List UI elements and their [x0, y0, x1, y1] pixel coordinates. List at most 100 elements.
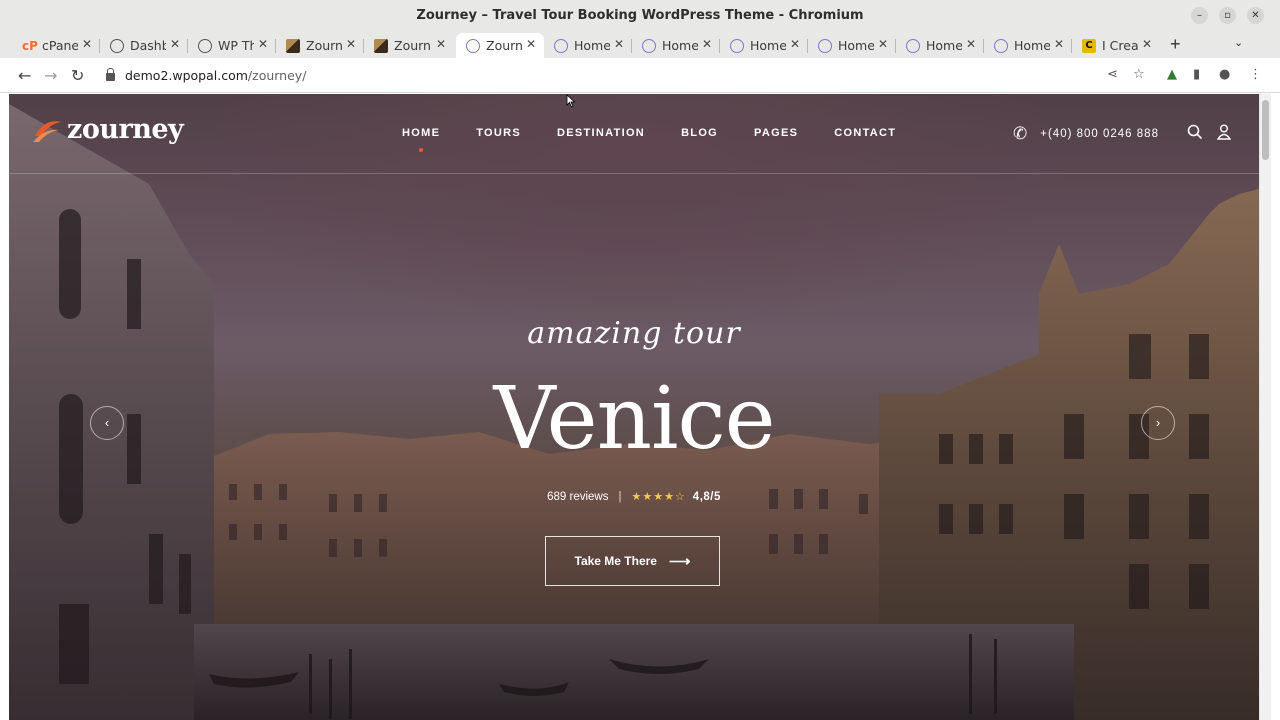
loading-ring-icon [554, 38, 568, 53]
arrow-right-icon: ⟶ [668, 553, 691, 570]
tab-cpanel[interactable]: cP cPanel ✕ [12, 33, 100, 58]
tab-home-5[interactable]: Home ✕ [896, 33, 984, 58]
page-scrollbar[interactable] [1259, 94, 1271, 720]
nav-pages[interactable]: PAGES [754, 127, 798, 139]
tab-home-4[interactable]: Home ✕ [808, 33, 896, 58]
globe-icon [110, 38, 124, 53]
logo-text: zourney [67, 114, 184, 145]
bookmark-star-icon[interactable]: ☆ [1133, 67, 1145, 82]
hero-section: zourney HOME TOURS DESTINATION BLOG PAGE… [9, 94, 1259, 720]
nav-tours[interactable]: TOURS [476, 127, 521, 139]
nav-destination[interactable]: DESTINATION [557, 127, 645, 139]
tab-search-chevron-icon[interactable]: ⌄ [1234, 36, 1243, 49]
tab-label: Home [838, 38, 874, 53]
tab-label: cPanel [42, 38, 78, 53]
loading-ring-icon [818, 38, 832, 53]
reload-icon[interactable]: ↻ [71, 66, 84, 85]
tab-label: Dashboard [130, 38, 166, 53]
tab-label: Zourney [306, 38, 342, 53]
tab-home-1[interactable]: Home ✕ [544, 33, 632, 58]
scrollbar-thumb[interactable] [1262, 100, 1269, 160]
url-domain: demo2.wpopal.com [125, 68, 248, 83]
tab-dashboard[interactable]: Dashboard ✕ [100, 33, 188, 58]
close-tab-icon[interactable]: ✕ [878, 37, 888, 51]
share-icon[interactable]: ⋖ [1107, 67, 1118, 82]
close-tab-icon[interactable]: ✕ [436, 37, 446, 51]
hero-title: Venice [493, 369, 775, 469]
star-rating-icon: ★★★★☆ [631, 491, 686, 503]
tab-home-6[interactable]: Home ✕ [984, 33, 1072, 58]
main-nav: HOME TOURS DESTINATION BLOG PAGES CONTAC… [402, 127, 932, 152]
loading-ring-icon [730, 38, 744, 53]
user-account-icon[interactable] [1217, 124, 1231, 140]
loading-ring-icon [466, 38, 480, 53]
header-divider [9, 173, 1259, 174]
close-tab-icon[interactable]: ✕ [790, 37, 800, 51]
close-tab-icon[interactable]: ✕ [966, 37, 976, 51]
lock-icon[interactable] [106, 68, 115, 81]
close-window-icon[interactable]: ✕ [1247, 7, 1264, 24]
close-tab-icon[interactable]: ✕ [614, 37, 624, 51]
side-panel-icon[interactable]: ▮ [1193, 67, 1200, 82]
tab-label: Home [662, 38, 698, 53]
tab-zourney-2[interactable]: Zourney ✕ [364, 33, 454, 58]
mouse-cursor-icon [566, 94, 576, 108]
close-tab-icon[interactable]: ✕ [1054, 37, 1064, 51]
header-phone[interactable]: ✆ +(40) 800 0246 888 [1013, 124, 1159, 144]
browser-toolbar: ← → ↻ demo2.wpopal.com/zourney/ ⋖ ☆ ▲ ▮ … [0, 58, 1280, 93]
rating-score: 4,8/5 [692, 490, 721, 503]
close-tab-icon[interactable]: ✕ [1142, 37, 1152, 51]
tab-label: I Crea [1102, 38, 1138, 53]
close-tab-icon[interactable]: ✕ [170, 37, 180, 51]
tab-label: Zourney [394, 38, 430, 53]
review-count: 689 reviews [547, 490, 609, 503]
loading-ring-icon [642, 38, 656, 53]
maximize-icon[interactable]: ▫ [1219, 7, 1236, 24]
extension-icon[interactable]: ▲ [1167, 67, 1177, 82]
close-tab-icon[interactable]: ✕ [526, 37, 536, 51]
close-tab-icon[interactable]: ✕ [702, 37, 712, 51]
zourney-favicon [286, 38, 300, 53]
tab-i-create[interactable]: C I Crea ✕ [1072, 33, 1160, 58]
tab-label: Zourney [486, 38, 522, 53]
new-tab-icon[interactable]: + [1170, 34, 1181, 55]
globe-icon [198, 38, 212, 53]
cpanel-icon: cP [22, 38, 38, 53]
c-favicon: C [1082, 38, 1096, 53]
take-me-there-button[interactable]: Take Me There ⟶ [545, 536, 720, 586]
profile-icon[interactable]: ● [1219, 67, 1230, 82]
tab-home-3[interactable]: Home ✕ [720, 33, 808, 58]
back-icon[interactable]: ← [18, 66, 31, 85]
close-tab-icon[interactable]: ✕ [346, 37, 356, 51]
tab-strip: cP cPanel ✕ Dashboard ✕ WP Th ✕ Zourney … [0, 31, 1280, 58]
rating-divider: | [618, 490, 622, 503]
tab-label: Home [750, 38, 786, 53]
minimize-icon[interactable]: – [1191, 7, 1208, 24]
tab-zourney-active[interactable]: Zourney ✕ [456, 33, 544, 58]
hero-subtitle: amazing tour [527, 316, 741, 351]
tab-label: Home [1014, 38, 1050, 53]
url-path: /zourney/ [247, 68, 307, 83]
tab-zourney-1[interactable]: Zourney ✕ [276, 33, 364, 58]
search-icon[interactable] [1187, 124, 1203, 140]
tab-home-2[interactable]: Home ✕ [632, 33, 720, 58]
hero-rating: 689 reviews | ★★★★☆ 4,8/5 [9, 490, 1259, 504]
menu-kebab-icon[interactable]: ⋮ [1249, 67, 1262, 82]
close-tab-icon[interactable]: ✕ [82, 37, 92, 51]
url-text: demo2.wpopal.com/zourney/ [125, 68, 306, 83]
window-title: Zourney – Travel Tour Booking WordPress … [416, 8, 864, 23]
zourney-favicon [374, 38, 388, 53]
forward-icon[interactable]: → [44, 66, 57, 85]
close-tab-icon[interactable]: ✕ [258, 37, 268, 51]
nav-contact[interactable]: CONTACT [834, 127, 896, 139]
address-bar[interactable]: demo2.wpopal.com/zourney/ [100, 63, 1160, 88]
loading-ring-icon [906, 38, 920, 53]
tab-wp-themes[interactable]: WP Th ✕ [188, 33, 276, 58]
site-logo[interactable]: zourney [31, 114, 184, 145]
nav-home[interactable]: HOME [402, 127, 440, 152]
tab-label: Home [574, 38, 610, 53]
nav-blog[interactable]: BLOG [681, 127, 718, 139]
phone-icon: ✆ [1013, 124, 1029, 143]
phone-number: +(40) 800 0246 888 [1040, 128, 1159, 140]
window-title-bar: Zourney – Travel Tour Booking WordPress … [0, 0, 1280, 31]
